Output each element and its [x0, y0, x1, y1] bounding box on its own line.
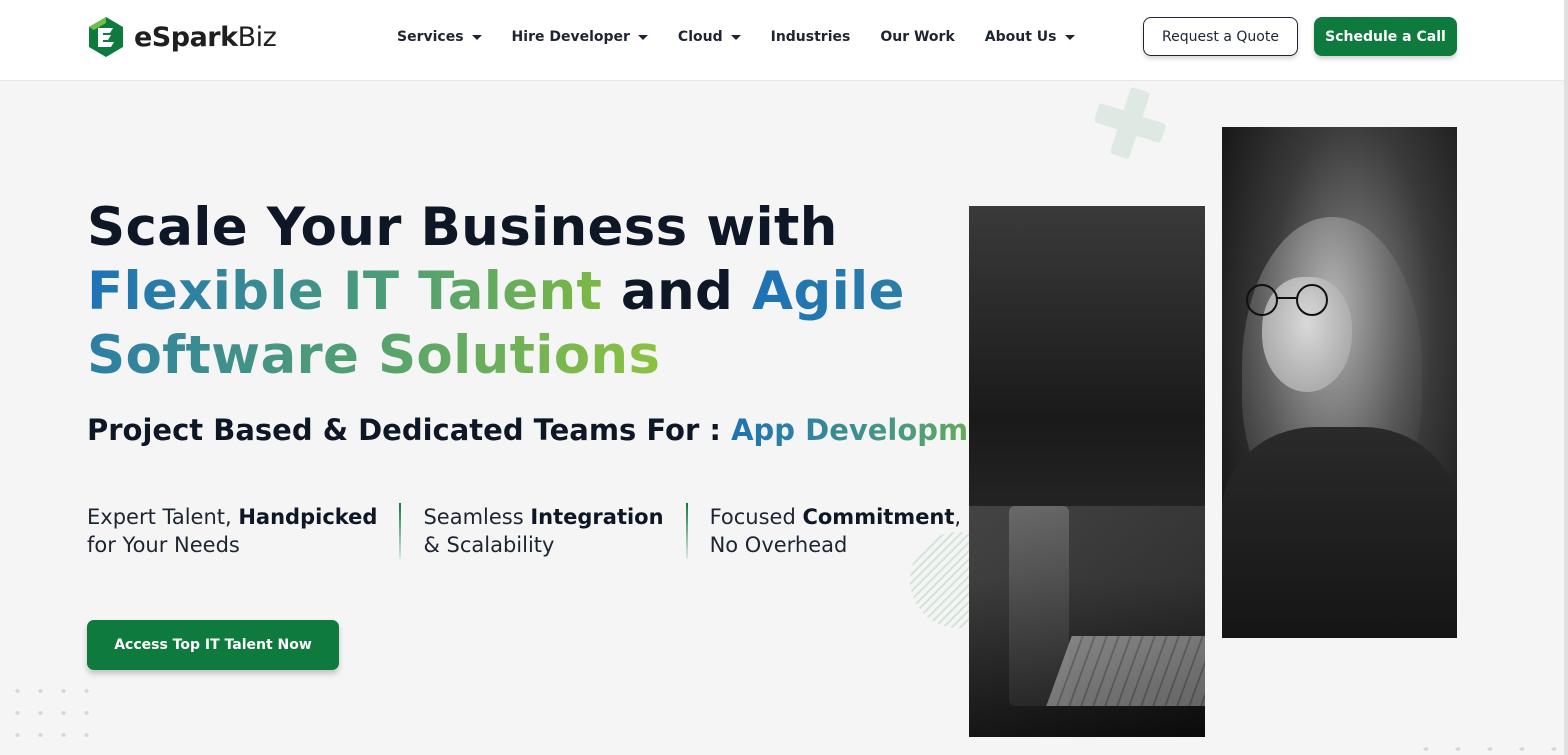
hero-title-connector: and	[602, 261, 753, 322]
caret-down-icon	[730, 34, 741, 40]
logo-mark-icon	[89, 17, 123, 57]
feature-divider	[685, 503, 688, 559]
decorative-dots	[1410, 738, 1560, 755]
nav-item-label: About Us	[984, 29, 1057, 45]
nav-item-label: Hire Developer	[511, 29, 630, 45]
hero-subtitle-prefix: Project Based & Dedicated Teams For :	[87, 413, 732, 447]
glasses-icon	[1246, 284, 1328, 316]
logo-text-bold: eSpark	[134, 21, 238, 53]
access-talent-button[interactable]: Access Top IT Talent Now	[87, 620, 339, 670]
schedule-call-button[interactable]: Schedule a Call	[1314, 17, 1457, 56]
hero-title-highlight-solutions: Software Solutions	[87, 325, 661, 386]
feature-list: Expert Talent, Handpicked for Your Needs…	[87, 503, 961, 559]
nav-item-our-work[interactable]: Our Work	[880, 29, 954, 45]
nav-item-services[interactable]: Services	[397, 29, 482, 45]
logo-text: eSparkBiz	[134, 21, 277, 53]
nav-item-cloud[interactable]: Cloud	[678, 29, 741, 45]
brand-logo[interactable]: eSparkBiz	[86, 14, 277, 60]
hero-title-highlight-talent: Flexible IT Talent	[87, 261, 603, 322]
hero-title: Scale Your Business with Flexible IT Tal…	[87, 196, 947, 388]
nav-item-label: Our Work	[880, 29, 955, 45]
decorative-dots	[6, 680, 96, 750]
hero-title-highlight-agile: Agile	[752, 261, 905, 322]
feature-item: Expert Talent, Handpicked for Your Needs	[87, 503, 377, 559]
nav-item-label: Services	[397, 29, 464, 45]
caret-down-icon	[1064, 34, 1075, 40]
code-keyboard-photo	[969, 206, 1205, 737]
woman-with-glasses-photo	[1222, 127, 1457, 638]
feature-item: Seamless Integration & Scalability	[423, 503, 663, 559]
feature-line2: No Overhead	[709, 533, 848, 557]
caret-down-icon	[637, 34, 648, 40]
feature-bold: Integration	[530, 505, 664, 529]
feature-bold: Handpicked	[238, 505, 378, 529]
request-quote-button[interactable]: Request a Quote	[1143, 17, 1298, 56]
page-scrollbar[interactable]	[1564, 0, 1568, 755]
plus-decoration-icon	[1086, 79, 1174, 167]
site-header: eSparkBiz Services Hire Developer Cloud …	[0, 0, 1568, 81]
feature-divider	[399, 503, 402, 559]
feature-pre: Seamless	[423, 505, 531, 529]
feature-post: ,	[954, 505, 962, 529]
shoulders-shape	[1222, 427, 1457, 638]
feature-bold: Commitment	[802, 505, 955, 529]
logo-text-light: Biz	[237, 21, 277, 53]
photo-glare	[969, 506, 1205, 737]
feature-line2: for Your Needs	[87, 533, 240, 557]
nav-item-industries[interactable]: Industries	[771, 29, 851, 45]
nav-item-label: Industries	[770, 29, 851, 45]
feature-pre: Expert Talent,	[87, 505, 239, 529]
feature-line2: & Scalability	[423, 533, 555, 557]
caret-down-icon	[471, 34, 482, 40]
hero-title-line1: Scale Your Business with	[87, 197, 838, 258]
nav-item-label: Cloud	[677, 29, 723, 45]
nav-item-hire-developer[interactable]: Hire Developer	[512, 29, 648, 45]
nav-item-about-us[interactable]: About Us	[985, 29, 1075, 45]
main-nav: Services Hire Developer Cloud Industries…	[397, 26, 1105, 48]
hero-subtitle: Project Based & Dedicated Teams For : Ap…	[87, 413, 1022, 447]
feature-pre: Focused	[709, 505, 803, 529]
